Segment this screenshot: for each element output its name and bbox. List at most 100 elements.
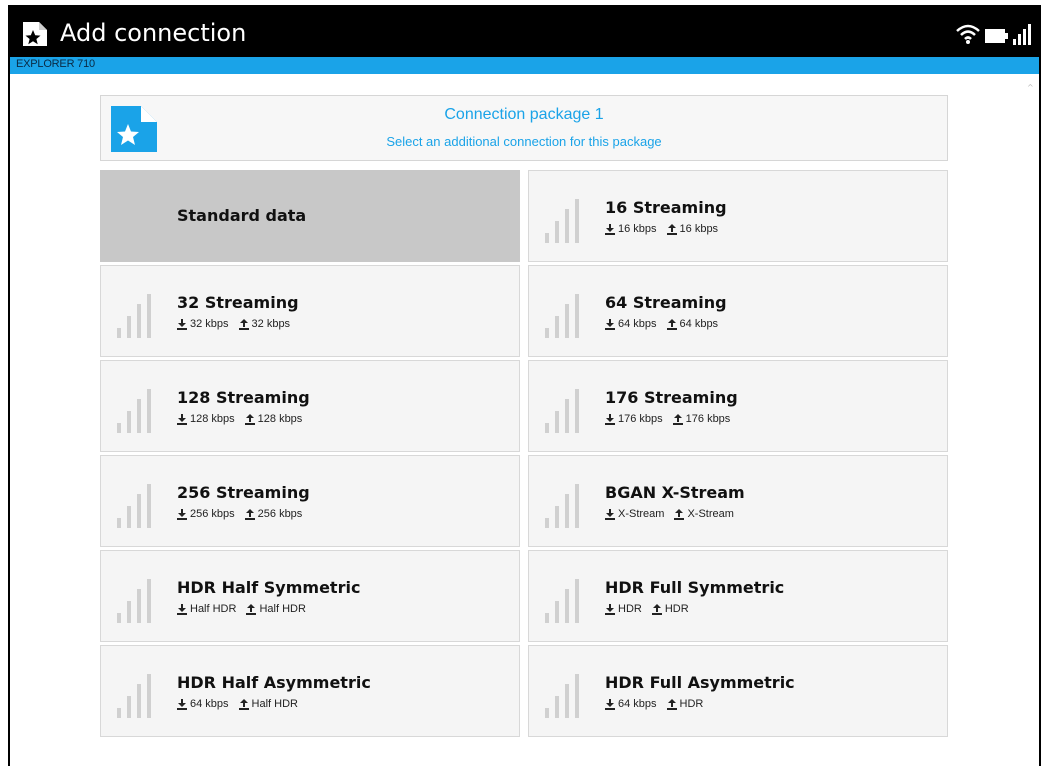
connection-tile[interactable]: 16 Streaming 16 kbps 16 kbps [528,170,948,262]
connection-rates: HDR HDR [605,603,689,615]
upload-icon [674,508,685,520]
signal-icon [1013,24,1031,45]
device-bar: EXPLORER 710 [10,57,1039,74]
upload-icon [244,508,255,520]
download-rate: HDR [618,603,642,615]
signal-bars-icon [117,294,151,338]
connection-name: 176 Streaming [605,388,738,407]
download-icon [605,318,615,330]
download-rate: 64 kbps [618,698,657,710]
signal-bars-icon [117,389,151,433]
upload-rate: 176 kbps [685,413,731,425]
connection-rates: 64 kbps Half HDR [177,698,298,710]
connection-rates: 64 kbps 64 kbps [605,318,718,330]
download-icon [177,508,187,520]
app-window: Add connection EXPLORER 710 ^ Connection… [8,5,1041,766]
connection-tile[interactable]: 176 Streaming 176 kbps 176 kbps [528,360,948,452]
signal-bars-icon [545,389,579,433]
connection-tile[interactable]: 32 Streaming 32 kbps 32 kbps [100,265,520,357]
connection-rates: X-Stream X-Stream [605,508,734,520]
download-icon [605,603,615,615]
scroll-up-indicator[interactable]: ^ [1027,83,1034,92]
download-rate: 32 kbps [190,318,229,330]
upload-rate: HDR [664,603,689,615]
upload-rate: 128 kbps [257,413,303,425]
upload-rate: 64 kbps [679,318,719,330]
connection-name: HDR Half Asymmetric [177,673,371,692]
connection-rates: 32 kbps 32 kbps [177,318,290,330]
upload-rate: 32 kbps [251,318,291,330]
connection-tile[interactable]: HDR Half Symmetric Half HDR Half HDR [100,550,520,642]
upload-icon [238,318,249,330]
download-icon [177,318,187,330]
connection-tile[interactable]: HDR Half Asymmetric 64 kbps Half HDR [100,645,520,737]
signal-bars-icon [117,674,151,718]
download-icon [177,413,187,425]
connection-package-header: Connection package 1 Select an additiona… [100,95,948,161]
connection-name: HDR Half Symmetric [177,578,361,597]
download-icon [605,413,615,425]
title-bar: Add connection [10,7,1039,57]
upload-icon [666,698,677,710]
connection-name: 64 Streaming [605,293,727,312]
download-rate: X-Stream [618,508,665,520]
page-title: Add connection [60,19,247,47]
upload-rate: 256 kbps [257,508,303,520]
upload-icon [246,603,257,615]
connection-name: 128 Streaming [177,388,310,407]
download-icon [605,508,615,520]
status-icons [955,23,1033,45]
connection-tile[interactable]: BGAN X-Stream X-Stream X-Stream [528,455,948,547]
package-title: Connection package 1 [444,106,604,123]
download-rate: 256 kbps [190,508,235,520]
upload-rate: Half HDR [251,698,298,710]
upload-icon [666,318,677,330]
connection-name: BGAN X-Stream [605,483,745,502]
signal-bars-icon [545,674,579,718]
signal-bars-icon [117,579,151,623]
signal-bars-icon [117,484,151,528]
signal-bars-icon [545,579,579,623]
package-subtitle: Select an additional connection for this… [386,134,662,149]
device-name: EXPLORER 710 [16,58,95,70]
download-icon [177,698,187,710]
connection-tile[interactable]: 256 Streaming 256 kbps 256 kbps [100,455,520,547]
connection-rates: 128 kbps 128 kbps [177,413,302,425]
download-icon [605,698,615,710]
connection-rates: 176 kbps 176 kbps [605,413,730,425]
connection-tile[interactable]: Standard data [100,170,520,262]
signal-bars-icon [545,199,579,243]
battery-icon [985,29,1008,43]
wifi-icon [956,24,980,44]
connection-rates: 256 kbps 256 kbps [177,508,302,520]
signal-bars-icon [545,484,579,528]
connection-name: HDR Full Asymmetric [605,673,795,692]
connection-tile[interactable]: 128 Streaming 128 kbps 128 kbps [100,360,520,452]
upload-icon [651,603,662,615]
connection-tile[interactable]: HDR Full Asymmetric 64 kbps HDR [528,645,948,737]
connection-name: 32 Streaming [177,293,299,312]
connection-tile[interactable]: 64 Streaming 64 kbps 64 kbps [528,265,948,357]
upload-rate: X-Stream [687,508,734,520]
upload-icon [238,698,249,710]
connection-name: Standard data [177,206,307,225]
upload-rate: Half HDR [259,603,306,615]
connection-name: 16 Streaming [605,198,727,217]
upload-rate: 16 kbps [679,223,719,235]
connection-name: HDR Full Symmetric [605,578,785,597]
connection-rates: 64 kbps HDR [605,698,703,710]
connection-rates: Half HDR Half HDR [177,603,306,615]
star-document-icon [23,22,47,46]
download-rate: 176 kbps [618,413,663,425]
download-rate: 64 kbps [618,318,657,330]
connection-tile[interactable]: HDR Full Symmetric HDR HDR [528,550,948,642]
connection-name: 256 Streaming [177,483,310,502]
upload-icon [672,413,683,425]
upload-icon [244,413,255,425]
connection-rates: 16 kbps 16 kbps [605,223,718,235]
download-icon [605,223,615,235]
upload-rate: HDR [679,698,704,710]
download-icon [177,603,187,615]
upload-icon [666,223,677,235]
download-rate: 64 kbps [190,698,229,710]
